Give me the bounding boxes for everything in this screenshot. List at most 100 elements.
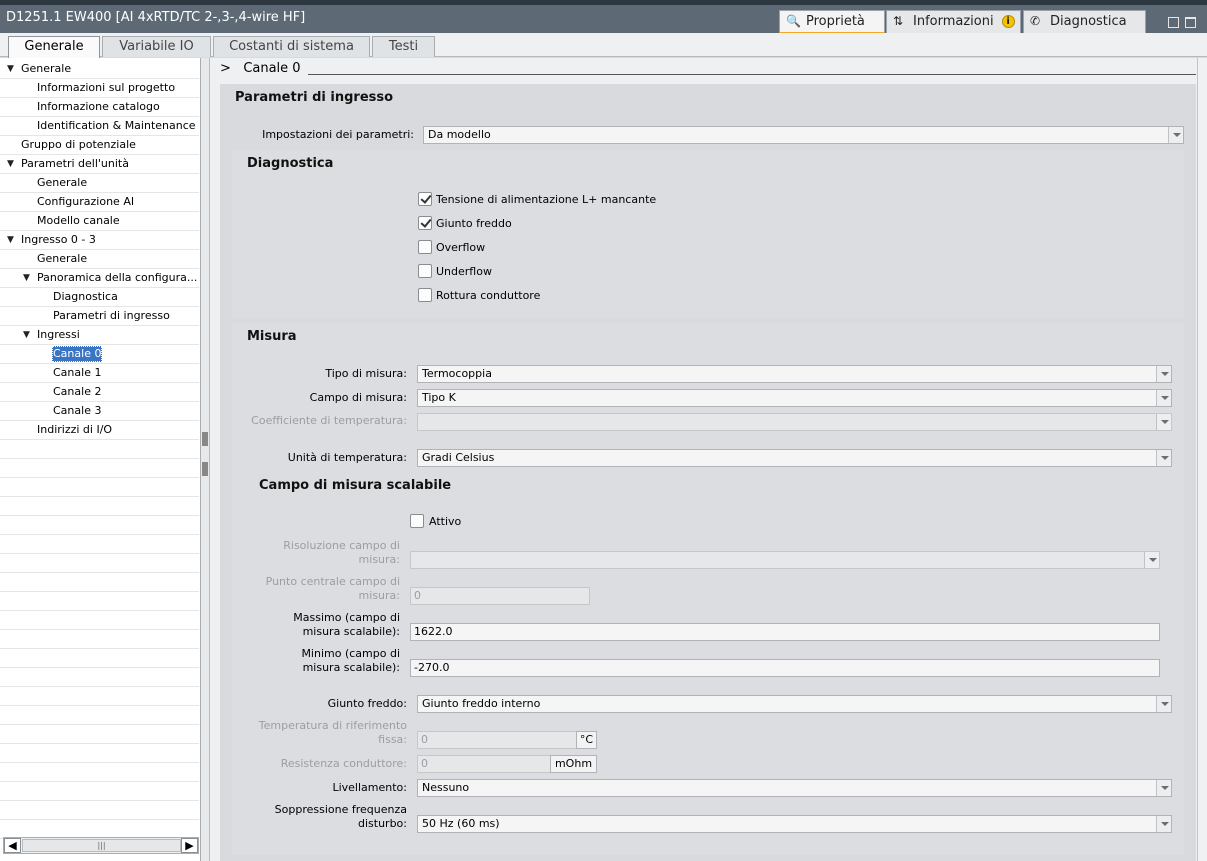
breadcrumb-divider (308, 74, 1196, 75)
param-settings-value: Da modello (428, 128, 491, 141)
maximize-window-icon[interactable] (1185, 17, 1196, 28)
checkbox-scalable-active[interactable] (410, 514, 424, 528)
checkbox-supply-voltage[interactable] (418, 192, 432, 206)
dropdown-arrow-icon[interactable] (1156, 366, 1171, 382)
tree-empty-row (0, 649, 199, 668)
param-settings-select[interactable]: Da modello (423, 126, 1184, 144)
checkbox-overflow[interactable] (418, 240, 432, 254)
ref-temp-label: Temperatura di riferimento fissa: (258, 719, 407, 746)
tree-item[interactable]: Configurazione AI (0, 193, 199, 212)
cold-junction-label: Giunto freddo: (327, 697, 407, 710)
center-point-input: 0 (410, 587, 590, 605)
expand-arrow-icon[interactable]: ▼ (23, 269, 30, 287)
tree-empty-row (0, 478, 199, 497)
dropdown-arrow-icon[interactable] (1156, 450, 1171, 466)
overflow-label: Overflow (436, 241, 486, 254)
checkbox-underflow[interactable] (418, 264, 432, 278)
checkbox-wire-break[interactable] (418, 288, 432, 302)
supply-voltage-label: Tensione di alimentazione L+ mancante (436, 193, 657, 206)
smoothing-select[interactable]: Nessuno (417, 779, 1172, 797)
dropdown-arrow-icon[interactable] (1156, 816, 1171, 832)
interference-select[interactable]: 50 Hz (60 ms) (417, 815, 1172, 833)
scroll-thumb[interactable]: ||| (22, 839, 181, 852)
tree-empty-row (0, 535, 199, 554)
expand-arrow-icon[interactable]: ▼ (7, 155, 14, 173)
smoothing-value: Nessuno (422, 781, 470, 794)
max-label: Massimo (campo di misura scalabile): (293, 611, 400, 638)
measure-range-select[interactable]: Tipo K (417, 389, 1172, 407)
scalable-active-label: Attivo (429, 515, 462, 528)
tab-testi[interactable]: Testi (372, 36, 435, 57)
scroll-right-icon[interactable]: ▶ (181, 838, 198, 853)
info-badge-icon: i (1001, 15, 1015, 28)
wire-res-input: 0 (417, 755, 551, 773)
scroll-left-icon[interactable]: ◀ (4, 838, 21, 853)
tree-item[interactable]: Gruppo di potenziale (0, 136, 199, 155)
resolution-select (410, 551, 1160, 569)
dropdown-arrow-icon[interactable] (1156, 696, 1171, 712)
expand-arrow-icon[interactable]: ▼ (7, 60, 14, 78)
temp-unit-select[interactable]: Gradi Celsius (417, 449, 1172, 467)
tab-info[interactable]: ⇅ Informazioni i (886, 10, 1021, 35)
tab-properties[interactable]: 🔍 Proprietà (779, 10, 885, 35)
tree-item[interactable]: Canale 2 (0, 383, 199, 402)
collapse-right-icon[interactable] (202, 462, 208, 476)
tree-item-selected[interactable]: Canale 0 (0, 345, 199, 364)
tree-item[interactable]: Generale (0, 250, 199, 269)
tree-item[interactable]: ▼ Panoramica della configura... (0, 269, 199, 288)
tab-costanti-di-sistema[interactable]: Costanti di sistema (213, 36, 370, 57)
measure-type-select[interactable]: Termocoppia (417, 365, 1172, 383)
panel-splitter[interactable] (201, 58, 210, 861)
center-point-label: Punto centrale campo di misura: (265, 575, 400, 602)
measurement-panel: Misura Tipo di misura: Termocoppia Campo… (232, 323, 1184, 855)
tree-empty-row (0, 668, 199, 687)
expand-arrow-icon[interactable]: ▼ (23, 326, 30, 344)
tree-horizontal-scrollbar[interactable]: ◀ ||| ▶ (3, 837, 199, 854)
dropdown-arrow-icon[interactable] (1156, 780, 1171, 796)
tree-empty-row (0, 763, 199, 782)
tree-item[interactable]: Identification & Maintenance (0, 117, 199, 136)
min-input[interactable]: -270.0 (410, 659, 1160, 677)
tab-info-label: Informazioni (913, 14, 994, 29)
tree-item[interactable]: Generale (0, 174, 199, 193)
tab-diagnostics[interactable]: ✆ Diagnostica (1023, 10, 1146, 35)
temp-unit-label: Unità di temperatura: (287, 451, 407, 464)
diagnostics-icon: ✆ (1030, 14, 1041, 28)
navigation-tree: ▼ Generale Informazioni sul progetto Info… (0, 58, 201, 861)
ref-temp-input: 0 (417, 731, 577, 749)
tree-item[interactable]: Modello canale (0, 212, 199, 231)
tree-item[interactable]: Indirizzi di I/O (0, 421, 199, 440)
tree-item[interactable]: Informazione catalogo (0, 98, 199, 117)
tree-item[interactable]: ▼ Ingresso 0 - 3 (0, 231, 199, 250)
collapse-left-icon[interactable] (202, 432, 208, 446)
tree-item[interactable]: ▼ Ingressi (0, 326, 199, 345)
checkbox-cold-junction[interactable] (418, 216, 432, 230)
tree-item[interactable]: Canale 3 (0, 402, 199, 421)
tree-item[interactable]: Parametri di ingresso (0, 307, 199, 326)
tree-empty-row (0, 459, 199, 478)
tree-empty-row (0, 744, 199, 763)
restore-window-icon[interactable] (1168, 17, 1179, 28)
tree-item[interactable]: ▼ Generale (0, 60, 199, 79)
tree-item[interactable]: Informazioni sul progetto (0, 79, 199, 98)
expand-arrow-icon[interactable]: ▼ (7, 231, 14, 249)
cold-junction-select[interactable]: Giunto freddo interno (417, 695, 1172, 713)
input-parameters-section: Parametri di ingresso Impostazioni dei p… (220, 84, 1196, 861)
tree-item[interactable]: Diagnostica (0, 288, 199, 307)
wire-res-label: Resistenza conduttore: (280, 757, 407, 770)
tree-empty-row (0, 782, 199, 801)
temp-coeff-label: Coefficiente di temperatura: (251, 414, 407, 427)
tree-item[interactable]: ▼ Parametri dell'unità (0, 155, 199, 174)
dropdown-arrow-icon[interactable] (1156, 390, 1171, 406)
tab-generale[interactable]: Generale (8, 36, 100, 58)
tab-variabile-io[interactable]: Variabile IO (102, 36, 211, 57)
measure-range-label: Campo di misura: (309, 391, 407, 404)
tree-empty-row (0, 611, 199, 630)
measure-type-label: Tipo di misura: (325, 367, 407, 380)
tree-item[interactable]: Canale 1 (0, 364, 199, 383)
dropdown-arrow-icon[interactable] (1168, 127, 1183, 143)
tree-empty-row (0, 630, 199, 649)
tree-empty-row (0, 573, 199, 592)
max-input[interactable]: 1622.0 (410, 623, 1160, 641)
content-vertical-scrollbar[interactable] (1197, 58, 1207, 861)
